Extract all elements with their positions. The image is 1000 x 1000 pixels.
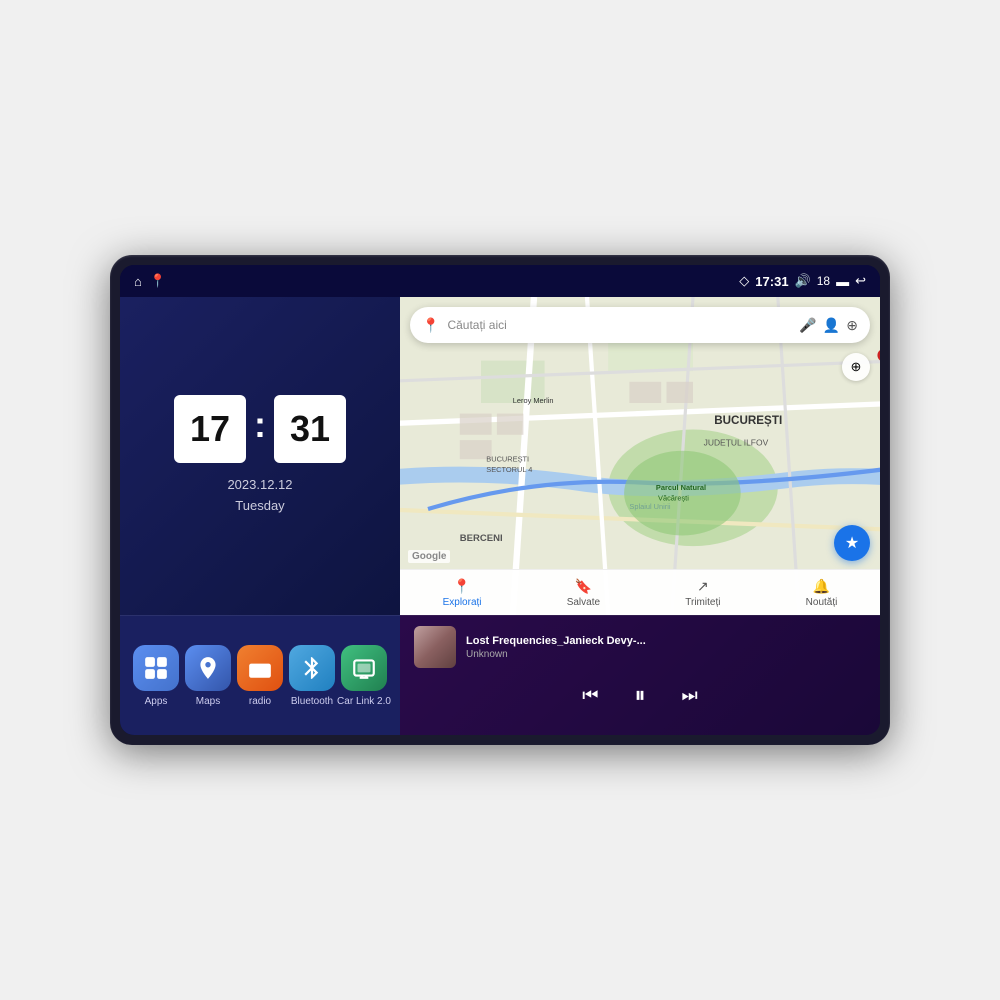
explore-label: Explorați: [443, 597, 482, 608]
app-item-apps[interactable]: Apps: [130, 645, 182, 707]
volume-icon: 🔊: [795, 273, 811, 289]
clock-date: 2023.12.12 Tuesday: [227, 475, 292, 517]
nav-icon[interactable]: 📍: [150, 273, 166, 289]
clock-minute: 31: [274, 395, 346, 463]
status-left: ⌂ 📍: [134, 273, 166, 289]
explore-icon: 📍: [453, 578, 470, 595]
map-search-placeholder: Căutați aici: [447, 318, 791, 332]
maps-label: Maps: [196, 696, 220, 707]
carlink-label: Car Link 2.0: [337, 696, 391, 707]
main-content: 17 : 31 2023.12.12 Tuesday: [120, 297, 880, 735]
music-title: Lost Frequencies_Janieck Devy-...: [466, 635, 866, 647]
svg-text:BUCUREȘTI: BUCUREȘTI: [714, 414, 782, 427]
layers-icon[interactable]: ⊕: [846, 317, 858, 334]
music-thumbnail: [414, 626, 456, 668]
map-area[interactable]: TRAPEZULUI BUCUREȘTI JUDEȚUL ILFOV BERCE…: [400, 297, 880, 615]
status-bar: ⌂ 📍 ◇ 17:31 🔊 18 ▬ ↩: [120, 265, 880, 297]
app-item-carlink[interactable]: Car Link 2.0: [338, 645, 390, 707]
navigation-fab[interactable]: ★: [834, 525, 870, 561]
svg-text:BUCUREȘTI: BUCUREȘTI: [486, 454, 529, 463]
app-item-bluetooth[interactable]: Bluetooth: [286, 645, 338, 707]
map-search-bar[interactable]: 📍 Căutați aici 🎤 👤 ⊕: [410, 307, 870, 343]
radio-icon: FM: [237, 645, 283, 691]
account-icon[interactable]: 👤: [823, 317, 840, 334]
app-item-maps[interactable]: Maps: [182, 645, 234, 707]
screen: ⌂ 📍 ◇ 17:31 🔊 18 ▬ ↩ 17 :: [120, 265, 880, 735]
date-value: 2023.12.12: [227, 475, 292, 496]
clock-display: 17 : 31: [174, 395, 346, 463]
app-item-radio[interactable]: FM radio: [234, 645, 286, 707]
radio-label: radio: [249, 696, 271, 707]
map-search-icons: 🎤 👤 ⊕: [799, 317, 858, 334]
svg-text:BERCENI: BERCENI: [460, 533, 503, 544]
map-svg: TRAPEZULUI BUCUREȘTI JUDEȚUL ILFOV BERCE…: [400, 297, 880, 615]
svg-text:Leroy Merlin: Leroy Merlin: [513, 396, 554, 405]
svg-text:FM: FM: [254, 666, 267, 676]
music-controls: ⏮ ⏸ ⏭: [414, 678, 866, 712]
home-icon[interactable]: ⌂: [134, 274, 142, 289]
maps-pin-icon: 📍: [422, 317, 439, 334]
news-label: Noutăți: [806, 597, 838, 608]
google-logo: Google: [408, 550, 450, 563]
send-label: Trimiteți: [685, 597, 720, 608]
maps-icon: [185, 645, 231, 691]
signal-icon: ◇: [739, 273, 749, 289]
clock-colon: :: [254, 407, 266, 443]
send-icon: ↗: [697, 578, 709, 595]
music-artist: Unknown: [466, 649, 866, 660]
clock-hour: 17: [174, 395, 246, 463]
app-bar: Apps Maps: [120, 615, 400, 735]
news-icon: 🔔: [813, 578, 830, 595]
carlink-icon: [341, 645, 387, 691]
saved-icon: 🔖: [575, 578, 592, 595]
bluetooth-label: Bluetooth: [291, 696, 333, 707]
map-nav-news[interactable]: 🔔 Noutăți: [806, 578, 838, 608]
music-text: Lost Frequencies_Janieck Devy-... Unknow…: [466, 635, 866, 660]
music-info-row: Lost Frequencies_Janieck Devy-... Unknow…: [414, 626, 866, 668]
map-nav-explore[interactable]: 📍 Explorați: [443, 578, 482, 608]
day-value: Tuesday: [227, 496, 292, 517]
map-nav-send[interactable]: ↗ Trimiteți: [685, 578, 720, 608]
battery-icon: ▬: [836, 274, 849, 289]
right-panel: TRAPEZULUI BUCUREȘTI JUDEȚUL ILFOV BERCE…: [400, 297, 880, 735]
left-panel: 17 : 31 2023.12.12 Tuesday: [120, 297, 400, 735]
status-right: ◇ 17:31 🔊 18 ▬ ↩: [739, 273, 866, 289]
svg-text:SECTORUL 4: SECTORUL 4: [486, 465, 532, 474]
bluetooth-icon-wrapper: [289, 645, 335, 691]
next-button[interactable]: ⏭: [678, 681, 702, 710]
music-thumb-img: [414, 626, 456, 668]
volume-level: 18: [817, 274, 830, 288]
device-shell: ⌂ 📍 ◇ 17:31 🔊 18 ▬ ↩ 17 :: [110, 255, 890, 745]
music-player: Lost Frequencies_Janieck Devy-... Unknow…: [400, 615, 880, 735]
clock-widget: 17 : 31 2023.12.12 Tuesday: [120, 297, 400, 615]
location-btn[interactable]: ⊕: [842, 353, 870, 381]
map-nav-saved[interactable]: 🔖 Salvate: [567, 578, 600, 608]
svg-text:Parcul Natural: Parcul Natural: [656, 483, 706, 492]
apps-label: Apps: [145, 696, 168, 707]
svg-text:JUDEȚUL ILFOV: JUDEȚUL ILFOV: [704, 437, 769, 447]
apps-icon: [133, 645, 179, 691]
mic-icon[interactable]: 🎤: [799, 317, 816, 334]
svg-text:Văcărești: Văcărești: [658, 494, 689, 503]
back-icon[interactable]: ↩: [855, 273, 866, 289]
prev-button[interactable]: ⏮: [578, 681, 602, 710]
status-time: 17:31: [755, 274, 788, 289]
play-pause-button[interactable]: ⏸: [630, 678, 649, 712]
saved-label: Salvate: [567, 597, 600, 608]
map-bottom-nav: 📍 Explorați 🔖 Salvate ↗ Trimiteți 🔔: [400, 569, 880, 615]
